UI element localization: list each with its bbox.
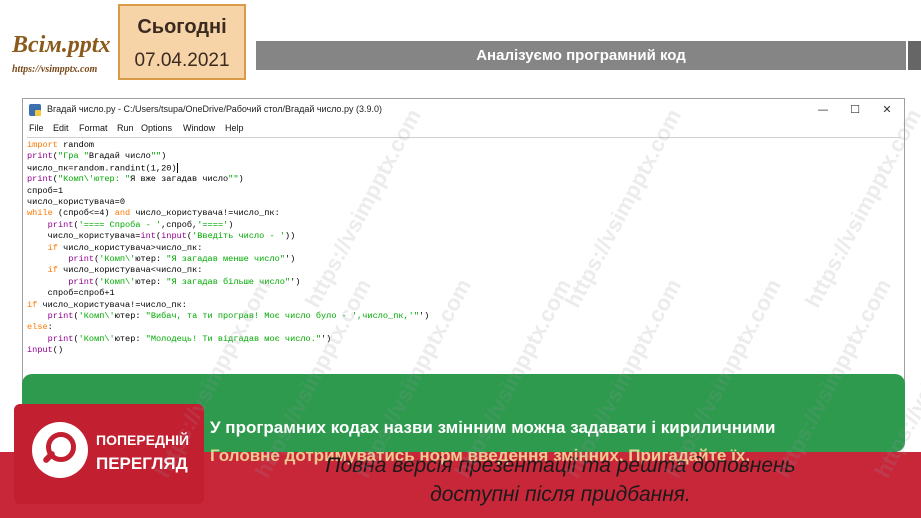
menu-options[interactable]: Options [141, 123, 172, 133]
python-app-icon [29, 104, 41, 116]
code-line: print('Комп\'ютер: "Я загадав менше числ… [68, 254, 296, 264]
code-line: if число_користувача<число_пк: [47, 265, 203, 276]
code-line: число_користувача=int(input('Введіть чис… [27, 231, 296, 242]
menu-edit[interactable]: Edit [53, 123, 69, 133]
code-line: print('==== Спроба - ',спроб,'====') [47, 219, 234, 230]
editor-titlebar: Вгадай число.py - C:/Users/tsupa/OneDriv… [23, 99, 904, 121]
close-button[interactable]: ✕ [874, 101, 900, 119]
menu-run[interactable]: Run [117, 123, 134, 133]
slide-title: Аналізуємо програмний код [476, 47, 686, 64]
purchase-message-line-2: доступні після придбання. [430, 483, 691, 506]
date-box: Сьогодні 07.04.2021 [118, 4, 246, 80]
editor-window-title: Вгадай число.py - C:/Users/tsupa/OneDriv… [47, 104, 382, 114]
code-line: число_користувача=0 [27, 197, 125, 207]
minimize-button[interactable]: — [810, 101, 836, 119]
logo-title: Всім.pptx [12, 32, 111, 58]
code-line: else: [27, 322, 53, 333]
title-accent [908, 41, 921, 70]
date-value: 07.04.2021 [134, 50, 230, 71]
idle-editor-window: Вгадай число.py - C:/Users/tsupa/OneDriv… [22, 98, 905, 398]
code-line: print('Комп\'ютер: "Молодець! Ти відгада… [47, 333, 332, 344]
date-label: Сьогодні [137, 16, 227, 38]
code-line: print('Комп\'ютер: "Вибач, та ти програв… [47, 311, 430, 321]
menu-bar: File Edit Format Run Options Window Help [23, 121, 904, 137]
code-line: print('Комп\'ютер: "Я загадав більше чис… [68, 276, 301, 287]
code-line: число_пк=random.randint(1,20) [27, 162, 178, 174]
logo: Всім.pptx https://vsimpptx.com [0, 8, 120, 75]
code-line: print("Комп\'ютер: "Я вже загадав число"… [27, 174, 244, 185]
code-line: if число_користувача!=число_пк: [27, 299, 187, 310]
code-line: while (спроб<=4) and число_користувача!=… [27, 208, 280, 219]
code-line: print("Гра "Вгадай число"") [27, 151, 167, 162]
menu-help[interactable]: Help [225, 123, 244, 133]
slide-title-bar: Аналізуємо програмний код [256, 41, 906, 70]
code-line: спроб=1 [27, 185, 64, 196]
preview-label-1: ПОПЕРЕДНІЙ [96, 432, 190, 448]
menu-format[interactable]: Format [79, 123, 108, 133]
code-line: input() [27, 345, 64, 356]
menu-window[interactable]: Window [183, 123, 215, 133]
logo-url: https://vsimpptx.com [12, 64, 98, 75]
menu-file[interactable]: File [29, 123, 44, 133]
code-line: import random [27, 140, 95, 150]
code-editor[interactable]: import random print("Гра "Вгадай число"")… [27, 137, 900, 393]
info-text-line-1: У програмних кодах назви змінним можна з… [210, 418, 776, 437]
purchase-message-line-1: Повна версія презентації та решта доповн… [325, 454, 796, 477]
code-line: спроб=спроб+1 [27, 288, 115, 299]
code-line: if число_користувача>число_пк: [47, 242, 203, 253]
maximize-button[interactable]: ☐ [842, 101, 868, 119]
